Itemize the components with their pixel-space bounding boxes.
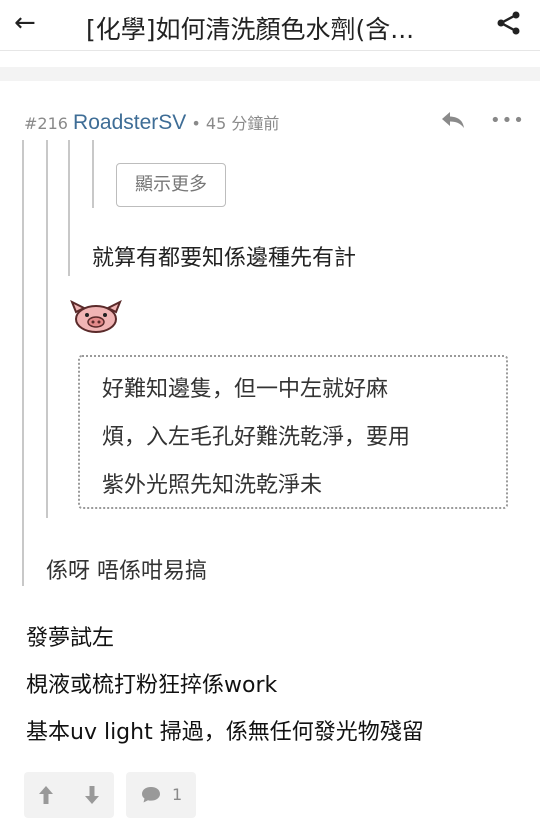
post-meta: #216 RoadsterSV • 45 分鐘前 xyxy=(24,110,279,135)
quote-bar-level4 xyxy=(92,140,94,208)
dotted-quote-line: 紫外光照先知洗乾淨未 xyxy=(102,473,323,498)
thread-title: [化學]如何清洗顏色水劑(含... xyxy=(86,15,415,44)
back-arrow-icon[interactable]: ← xyxy=(14,8,36,38)
quote-text-level3: 就算有都要知係邊種先有計 xyxy=(92,246,357,271)
post-body-line: 發夢試左 xyxy=(26,626,115,651)
dotted-quote-line: 煩，入左毛孔好難洗乾淨，要用 xyxy=(102,425,411,450)
quote-bar-level2 xyxy=(46,140,48,518)
reply-icon[interactable] xyxy=(440,110,466,130)
dotted-quote-line: 好難知邊隻，但一中左就好麻 xyxy=(102,377,389,402)
quote-text-level1: 係呀 唔係咁易搞 xyxy=(46,559,207,584)
more-icon[interactable]: ••• xyxy=(490,110,525,131)
quote-bar-level3 xyxy=(68,140,70,276)
section-divider xyxy=(0,67,540,81)
author-name[interactable]: RoadsterSV xyxy=(73,111,186,134)
meta-separator: • xyxy=(191,114,201,133)
comment-button[interactable]: 1 xyxy=(126,772,196,818)
vote-buttons xyxy=(24,772,114,818)
post-number: #216 xyxy=(24,114,68,133)
dotted-quote-box: 好難知邊隻，但一中左就好麻 煩，入左毛孔好難洗乾淨，要用 紫外光照先知洗乾淨未 xyxy=(78,355,508,509)
comment-icon xyxy=(142,787,160,803)
post-time: 45 分鐘前 xyxy=(205,114,280,133)
top-bar: ← [化學]如何清洗顏色水劑(含... xyxy=(0,0,540,51)
quote-bar-level1 xyxy=(22,140,24,586)
arrow-down-icon[interactable] xyxy=(84,785,100,805)
post-body-line: 梘液或梳打粉狂捽係work xyxy=(26,673,278,698)
show-more-button[interactable]: 顯示更多 xyxy=(116,163,226,207)
arrow-up-icon[interactable] xyxy=(38,785,54,805)
pig-emoticon xyxy=(70,300,122,333)
share-icon[interactable] xyxy=(496,10,522,36)
post-body-line: 基本uv light 掃過，係無任何發光物殘留 xyxy=(26,720,424,745)
comment-count: 1 xyxy=(172,785,183,804)
